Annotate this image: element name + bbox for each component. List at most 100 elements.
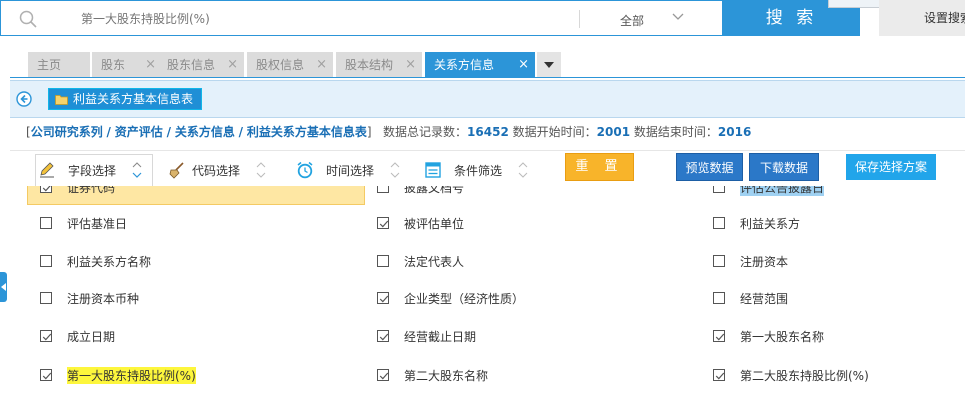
tab-label: 主页 (37, 58, 62, 72)
checkbox-checked[interactable] (377, 369, 389, 381)
checkbox-checked[interactable] (713, 369, 725, 381)
field-option[interactable]: 证券代码 (40, 186, 115, 197)
checkbox-checked[interactable] (713, 330, 725, 342)
field-option[interactable]: 企业类型（经济性质） (377, 288, 524, 308)
field-option[interactable]: 注册资本币种 (40, 288, 139, 308)
field-option[interactable]: 第一大股东名称 (713, 326, 824, 346)
search-bar: 全部 (0, 0, 723, 36)
checkbox-checked[interactable] (40, 369, 52, 381)
condition-filter-label: 条件筛选 (454, 163, 503, 178)
tab-label: 股东 (101, 58, 126, 72)
checkbox-unchecked[interactable] (40, 292, 52, 304)
breadcrumb: [公司研究系列 / 资产评估 / 关系方信息 / 利益关系方基本信息表] 数据总… (26, 124, 751, 140)
start-time: 2001 (596, 125, 631, 139)
close-icon[interactable]: × (145, 52, 156, 78)
field-option-label: 披露文档号 (404, 186, 465, 195)
tab-related-party-info[interactable]: 关系方信息 × (425, 52, 535, 78)
scope-select[interactable]: 全部 (605, 1, 715, 37)
checkmark-icon (42, 372, 52, 380)
field-option[interactable]: 利益关系方名称 (40, 251, 151, 271)
checkbox-checked[interactable] (40, 186, 52, 193)
field-option-label: 评估基准日 (67, 216, 128, 231)
field-option[interactable]: 评估基准日 (40, 213, 127, 233)
pencil-icon (40, 162, 54, 178)
breadcrumb-item-research[interactable]: 公司研究系列 (31, 125, 103, 139)
field-option[interactable]: 法定代表人 (377, 251, 464, 271)
field-option[interactable]: 第二大股东名称 (377, 365, 488, 385)
field-option[interactable]: 注册资本 (713, 251, 788, 271)
checkbox-unchecked[interactable] (377, 186, 389, 193)
breadcrumb-item-current[interactable]: 利益关系方基本信息表 (247, 125, 367, 139)
table-title-bar: 利益关系方基本信息表 (10, 80, 965, 118)
checkbox-unchecked[interactable] (713, 217, 725, 229)
breadcrumb-separator: / (106, 125, 111, 139)
checkbox-unchecked[interactable] (40, 217, 52, 229)
checkbox-checked[interactable] (377, 217, 389, 229)
back-arrow-icon[interactable] (16, 91, 32, 107)
field-option[interactable]: 评估公告披露日 (713, 186, 825, 197)
start-time-label: 数据开始时间： (512, 125, 597, 139)
close-icon[interactable]: × (518, 52, 529, 78)
caret-left-icon (1, 283, 6, 291)
close-icon[interactable]: × (227, 52, 238, 78)
checkbox-unchecked[interactable] (713, 186, 725, 193)
field-option-label: 证券代码 (67, 186, 116, 195)
tab-label: 股本结构 (345, 58, 394, 72)
field-select-button[interactable]: 字段选择 (38, 160, 142, 180)
field-option[interactable]: 第一大股东持股比例(%) (40, 365, 196, 385)
field-option[interactable]: 经营截止日期 (377, 326, 476, 346)
end-time: 2016 (717, 125, 752, 139)
field-option-label: 企业类型（经济性质） (404, 291, 525, 306)
checkbox-checked[interactable] (377, 292, 389, 304)
field-option[interactable]: 成立日期 (40, 326, 115, 346)
breadcrumb-item-related-party[interactable]: 关系方信息 (175, 125, 235, 139)
tab-home[interactable]: 主页 (28, 52, 90, 78)
preview-data-button[interactable]: 预览数据 (676, 153, 743, 181)
checkbox-unchecked[interactable] (713, 255, 725, 267)
time-select-button[interactable]: 时间选择 (296, 160, 400, 180)
search-settings-button[interactable]: 设置搜索 (879, 0, 965, 36)
close-icon[interactable]: × (316, 52, 327, 78)
save-scheme-button[interactable]: 保存选择方案 (846, 154, 936, 180)
tab-equity-info[interactable]: 股权信息 × (247, 52, 333, 78)
tab-capital-structure[interactable]: 股本结构 × (336, 52, 422, 78)
stepper-icon (518, 162, 528, 178)
time-select-label: 时间选择 (326, 163, 375, 178)
record-count: 16452 (467, 125, 509, 139)
checkbox-checked[interactable] (40, 330, 52, 342)
field-option-label: 经营范围 (740, 291, 789, 306)
sidebar-toggle-handle[interactable] (0, 272, 7, 302)
scope-divider (579, 10, 580, 28)
tab-overflow-button[interactable] (537, 52, 561, 78)
field-select-label: 字段选择 (68, 163, 117, 178)
query-toolbar: 字段选择 代码选择 时间选择 条件筛选 重 置 预览数据 下载数据 保存选择方案 (10, 150, 965, 186)
field-option[interactable]: 披露文档号 (377, 186, 464, 197)
breadcrumb-item-asset-valuation[interactable]: 资产评估 (115, 125, 163, 139)
tab-shareholders[interactable]: 股东 × (92, 52, 162, 78)
field-option[interactable]: 利益关系方 (713, 213, 800, 233)
tab-label: 关系方信息 (434, 58, 495, 72)
search-input[interactable] (81, 9, 561, 29)
checkmark-icon (715, 333, 725, 341)
checkmark-icon (379, 333, 389, 341)
checkbox-checked[interactable] (377, 330, 389, 342)
tab-underline (10, 77, 965, 78)
checkbox-unchecked[interactable] (40, 255, 52, 267)
tab-label: 股东信息 (167, 58, 216, 72)
field-option[interactable]: 第二大股东持股比例(%) (713, 365, 869, 385)
condition-filter-button[interactable]: 条件筛选 (424, 160, 528, 180)
reset-button[interactable]: 重 置 (565, 153, 634, 181)
checkbox-unchecked[interactable] (713, 292, 725, 304)
folder-icon (55, 94, 68, 105)
code-select-label: 代码选择 (192, 163, 241, 178)
code-select-button[interactable]: 代码选择 (168, 160, 266, 180)
close-icon[interactable]: × (405, 52, 416, 78)
field-option[interactable]: 经营范围 (713, 288, 788, 308)
tab-shareholder-info[interactable]: 股东信息 × (158, 52, 244, 78)
download-data-button[interactable]: 下载数据 (749, 153, 819, 181)
scope-label: 全部 (620, 14, 645, 28)
checkbox-unchecked[interactable] (377, 255, 389, 267)
table-title: 利益关系方基本信息表 (73, 92, 194, 106)
field-option[interactable]: 被评估单位 (377, 213, 464, 233)
field-option-label: 成立日期 (67, 329, 116, 344)
